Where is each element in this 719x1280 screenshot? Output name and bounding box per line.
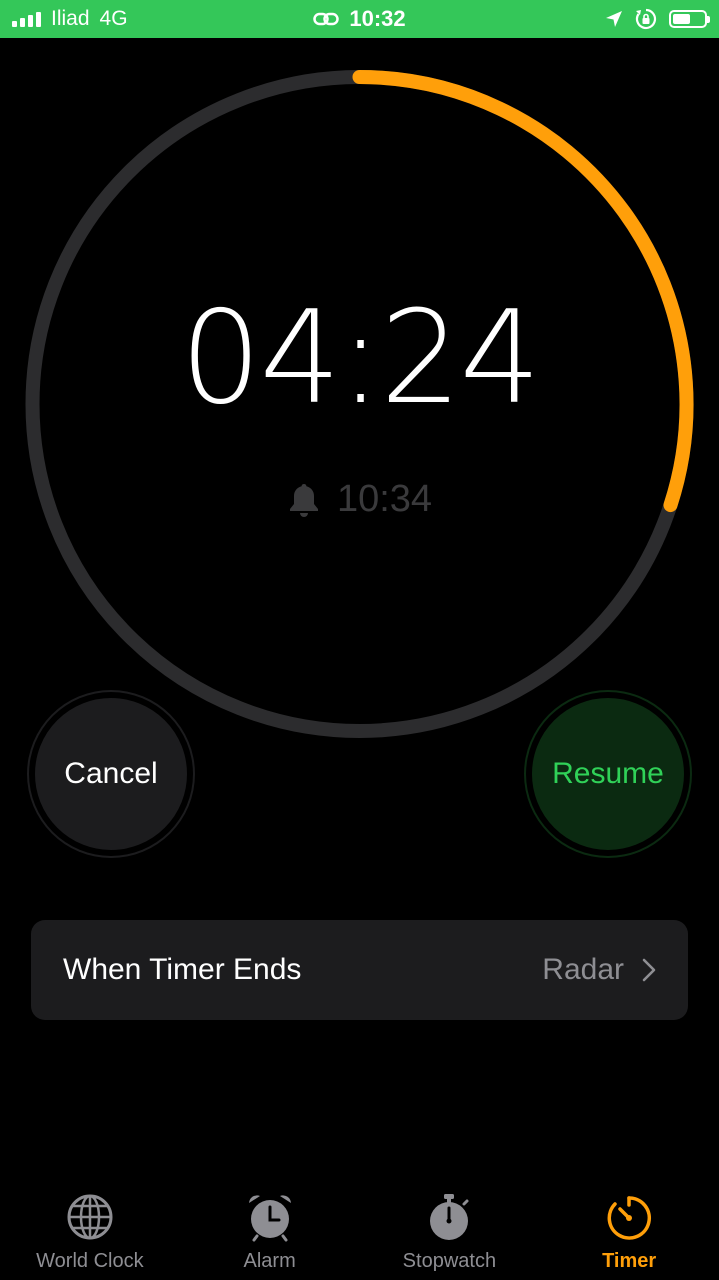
- chevron-right-icon: [642, 958, 656, 982]
- tab-label: Timer: [602, 1250, 657, 1272]
- tab-bar: World Clock Alarm Stopwatch Timer: [0, 1180, 719, 1280]
- tab-timer[interactable]: Timer: [539, 1180, 719, 1280]
- alarm-clock-icon: [248, 1195, 291, 1242]
- tab-alarm[interactable]: Alarm: [180, 1180, 360, 1280]
- end-time: 10:34: [0, 478, 719, 521]
- resume-button-label: Resume: [552, 757, 664, 790]
- tab-label: Alarm: [243, 1250, 296, 1272]
- globe-icon: [67, 1194, 113, 1240]
- when-timer-ends-row[interactable]: When Timer Ends Radar: [31, 920, 688, 1020]
- resume-button[interactable]: Resume: [529, 695, 687, 853]
- countdown-time: 04:24: [180, 284, 541, 433]
- tab-label: World Clock: [36, 1250, 144, 1272]
- cancel-button-label: Cancel: [64, 757, 158, 790]
- stopwatch-icon: [430, 1194, 469, 1240]
- timer-icon: [607, 1196, 652, 1240]
- end-time-value: 10:34: [336, 478, 433, 520]
- timer-display: 04:24 10:34: [0, 0, 719, 760]
- tab-stopwatch[interactable]: Stopwatch: [360, 1180, 540, 1280]
- tab-world-clock[interactable]: World Clock: [0, 1180, 180, 1280]
- when-timer-ends-value-group: Radar: [542, 953, 656, 987]
- bell-icon: [289, 483, 318, 517]
- tab-label: Stopwatch: [402, 1250, 497, 1272]
- cancel-button[interactable]: Cancel: [32, 695, 190, 853]
- sound-value: Radar: [542, 953, 624, 986]
- when-timer-ends-label: When Timer Ends: [63, 953, 302, 986]
